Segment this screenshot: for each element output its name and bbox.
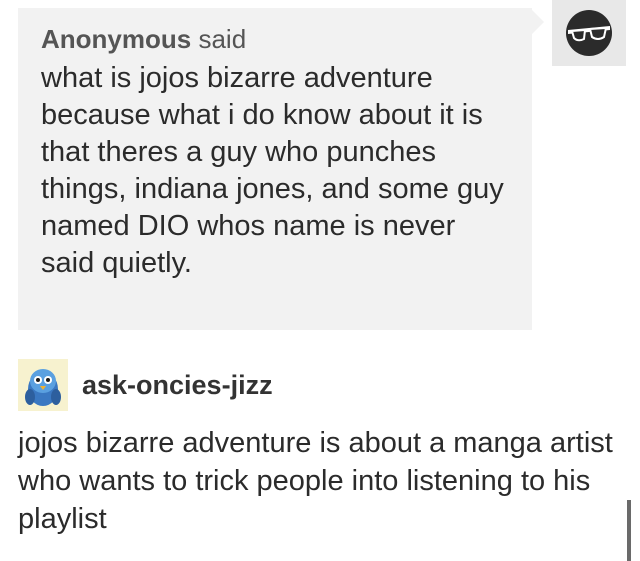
bubble-tail: [532, 10, 544, 34]
answerer-avatar[interactable]: [18, 359, 68, 411]
sunglasses-face-icon: [566, 10, 612, 56]
question-text: what is jojos bizarre adventure because …: [41, 62, 504, 279]
answer-text: jojos bizarre adventure is about a manga…: [18, 427, 613, 535]
anonymous-avatar[interactable]: [552, 0, 626, 66]
ask-bubble: Anonymous said what is jojos bizarre adv…: [18, 8, 532, 330]
piplup-avatar-icon: [25, 369, 61, 406]
asker-line: Anonymous said: [41, 24, 510, 54]
asker-name[interactable]: Anonymous: [41, 24, 191, 54]
answerer-row: ask-oncies-jizz: [18, 359, 273, 411]
asker-said-label: said: [198, 24, 247, 54]
answerer-name[interactable]: ask-oncies-jizz: [82, 370, 273, 401]
scrollbar[interactable]: [627, 500, 631, 561]
